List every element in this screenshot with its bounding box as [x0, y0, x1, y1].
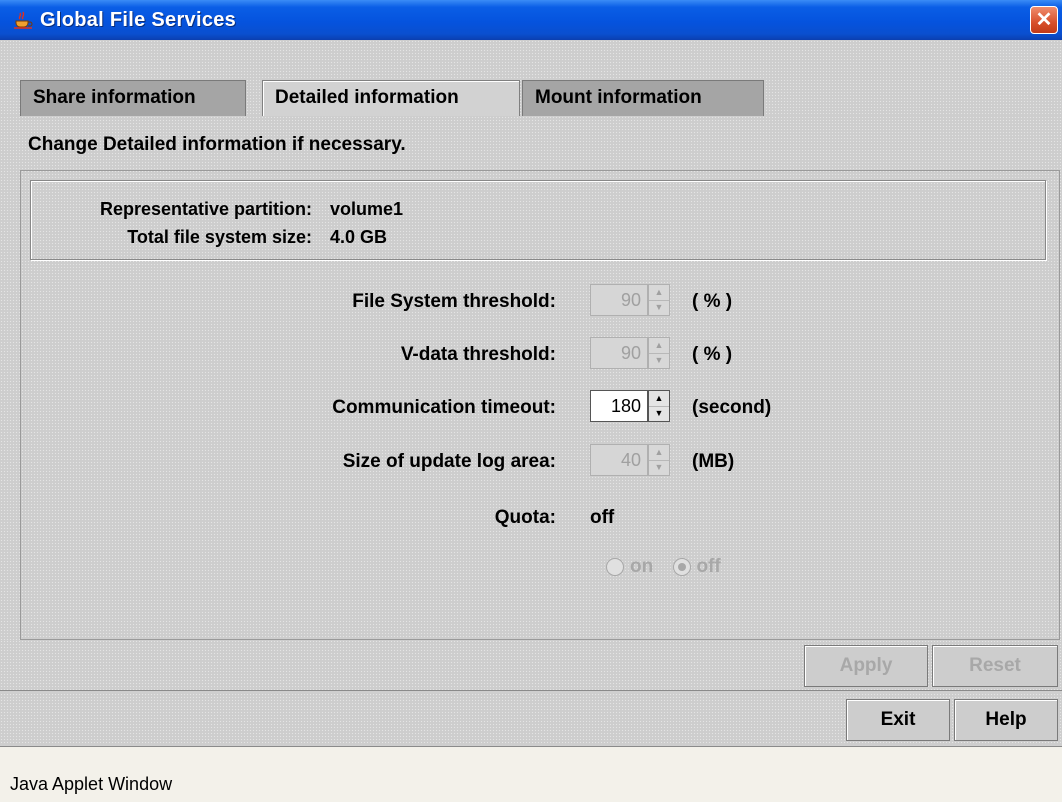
vdata-threshold-spin-buttons[interactable]: ▲ ▼: [648, 337, 670, 369]
quota-radio-group: on off: [606, 556, 735, 578]
update-log-unit: (MB): [692, 451, 735, 472]
status-text: Java Applet Window: [10, 774, 173, 794]
tab-detailed-information[interactable]: Detailed information: [262, 80, 520, 116]
quota-on-label[interactable]: on: [630, 556, 653, 577]
quota-value: off: [590, 507, 615, 528]
close-icon[interactable]: ✕: [1036, 9, 1053, 31]
title-bar: Global File Services ✕: [0, 0, 1062, 41]
exit-button[interactable]: Exit: [846, 699, 950, 741]
fs-threshold-unit: ( % ): [692, 291, 733, 312]
tab-share-information[interactable]: Share information: [20, 80, 246, 116]
size-value: 4.0 GB: [330, 227, 388, 247]
vdata-threshold-field[interactable]: 90: [590, 337, 648, 369]
instruction-text: Change Detailed information if necessary…: [28, 134, 406, 155]
comm-timeout-label: Communication timeout:: [332, 397, 556, 418]
fs-threshold-field[interactable]: 90: [590, 284, 648, 316]
help-button[interactable]: Help: [954, 699, 1058, 741]
java-coffee-icon: [14, 11, 33, 29]
vdata-threshold-label: V-data threshold:: [400, 344, 556, 365]
tab-label[interactable]: Share information: [33, 87, 196, 108]
window-title: Global File Services: [40, 9, 237, 31]
quota-on-radio[interactable]: [606, 558, 624, 576]
apply-button[interactable]: Apply: [804, 645, 928, 687]
fs-threshold-spinner[interactable]: 90 ▲ ▼: [590, 284, 676, 316]
comm-timeout-spinner[interactable]: 180 ▲ ▼: [590, 390, 676, 422]
update-log-field[interactable]: 40: [590, 444, 648, 476]
size-label: Total file system size:: [127, 227, 312, 247]
partition-value: volume1: [330, 199, 404, 219]
comm-timeout-field[interactable]: 180: [590, 390, 648, 422]
tab-label[interactable]: Detailed information: [275, 87, 459, 108]
update-log-spin-buttons[interactable]: ▲ ▼: [648, 444, 670, 476]
comm-timeout-spin-buttons[interactable]: ▲ ▼: [648, 390, 670, 422]
vdata-threshold-unit: ( % ): [692, 344, 733, 365]
quota-label: Quota:: [494, 507, 556, 528]
close-button[interactable]: ✕: [1030, 6, 1058, 34]
spin-down-icon[interactable]: ▼: [649, 353, 669, 368]
applet-window: Global File Services ✕ Share information…: [0, 0, 1062, 802]
update-log-label: Size of update log area:: [342, 451, 556, 472]
tab-mount-information[interactable]: Mount information: [522, 80, 764, 116]
reset-button[interactable]: Reset: [932, 645, 1058, 687]
partition-info-box: [30, 180, 1046, 260]
fs-threshold-spin-buttons[interactable]: ▲ ▼: [648, 284, 670, 316]
spin-down-icon[interactable]: ▼: [649, 406, 669, 421]
vdata-threshold-spinner[interactable]: 90 ▲ ▼: [590, 337, 676, 369]
spin-up-icon[interactable]: ▲: [649, 391, 669, 407]
partition-label: Representative partition:: [99, 199, 312, 219]
spin-up-icon[interactable]: ▲: [649, 445, 669, 461]
spin-up-icon[interactable]: ▲: [649, 338, 669, 354]
spin-down-icon[interactable]: ▼: [649, 460, 669, 475]
quota-off-label[interactable]: off: [697, 556, 721, 577]
update-log-spinner[interactable]: 40 ▲ ▼: [590, 444, 676, 476]
quota-off-radio[interactable]: [672, 558, 691, 576]
fs-threshold-label: File System threshold:: [352, 291, 556, 312]
spin-up-icon[interactable]: ▲: [649, 285, 669, 301]
spin-down-icon[interactable]: ▼: [649, 300, 669, 315]
comm-timeout-unit: (second): [692, 397, 772, 418]
tab-label[interactable]: Mount information: [535, 87, 702, 108]
